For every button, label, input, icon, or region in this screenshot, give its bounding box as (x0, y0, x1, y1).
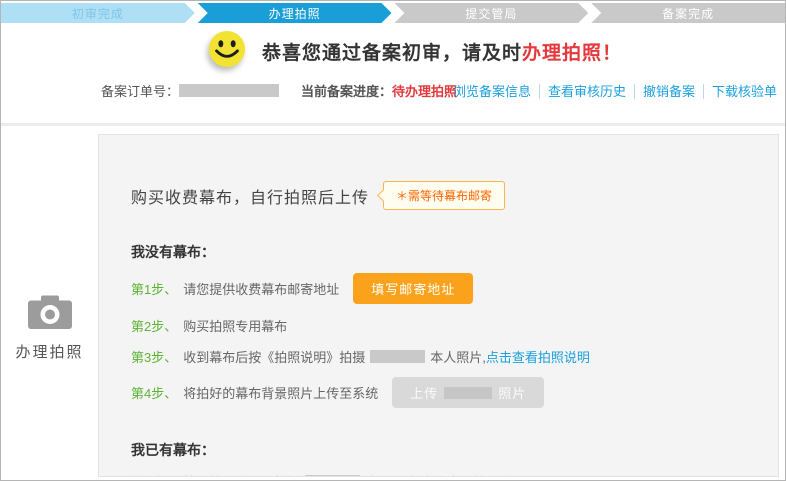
congrats-banner: 恭喜您通过备案初审，请及时办理拍照！ (208, 30, 622, 73)
progress-step-filing-complete: 备案完成 (591, 3, 785, 23)
intro-text: 购买收费幕布，自行拍照后上传 (131, 184, 369, 208)
link-cancel-filing[interactable]: 撤销备案 (634, 84, 695, 99)
step-text: 本人照片, (365, 472, 421, 478)
redacted-person-name (305, 475, 360, 478)
link-view-review-history[interactable]: 查看审核历史 (539, 84, 626, 99)
redacted-order-number (179, 84, 279, 97)
filing-page: 初审完成 办理拍照 提交管局 备案完成 恭喜您通过备案初审，请及时办理拍照！ 备… (0, 0, 786, 481)
redacted-person-name (444, 387, 492, 399)
section-have-curtain-heading: 我已有幕布： (131, 440, 778, 460)
step-number: 第1步、 (131, 472, 177, 478)
filing-status-label: 当前备案进度： (301, 84, 392, 99)
smiley-face-icon (208, 30, 246, 73)
fill-mailing-address-button[interactable]: 填写邮寄地址 (353, 273, 473, 304)
step-text: 将拍好的幕布背景照片上传至系统 (183, 383, 378, 402)
order-number-label: 备案订单号： (101, 81, 179, 100)
step-text: 按《拍照说明》拍摄 (183, 472, 300, 478)
order-number: 备案订单号： (101, 81, 279, 100)
upload-photo-button-disabled: 上传 照片 (392, 377, 544, 408)
body: 办理拍照 购买收费幕布，自行拍照后上传 ＊需等待幕布邮寄 我没有幕布： 第1步、… (1, 126, 785, 480)
upload-button-suffix: 照片 (498, 383, 526, 402)
wait-curtain-mailing-badge: ＊需等待幕布邮寄 (383, 181, 505, 210)
filing-meta-row: 备案订单号： 当前备案进度：待办理拍照 浏览备案信息查看审核历史撤销备案下载核验… (1, 81, 785, 99)
no-curtain-step-1: 第1步、 请您提供收费幕布邮寄地址 填写邮寄地址 (131, 273, 778, 304)
have-curtain-step-1: 第1步、 按《拍照说明》拍摄 本人照片, 点击查看拍照说明 (131, 471, 778, 477)
no-curtain-step-4: 第4步、 将拍好的幕布背景照片上传至系统 上传 照片 (131, 377, 778, 408)
filing-status-value: 待办理拍照 (392, 84, 457, 99)
step-number: 第4步、 (131, 383, 177, 402)
step-text: 本人照片, (430, 347, 486, 366)
intro-row: 购买收费幕布，自行拍照后上传 ＊需等待幕布邮寄 (131, 181, 778, 210)
step-text: 购买拍照专用幕布 (183, 316, 287, 335)
view-photo-instructions-link[interactable]: 点击查看拍照说明 (486, 347, 590, 366)
congrats-title-highlight: 办理拍照！ (522, 43, 622, 64)
upload-button-prefix: 上传 (410, 383, 438, 402)
sidebar-label: 办理拍照 (1, 341, 98, 362)
redacted-person-name (370, 350, 425, 363)
header: 恭喜您通过备案初审，请及时办理拍照！ 备案订单号： 当前备案进度：待办理拍照 浏… (1, 23, 785, 123)
main-panel: 购买收费幕布，自行拍照后上传 ＊需等待幕布邮寄 我没有幕布： 第1步、 请您提供… (98, 134, 779, 477)
progress-bar: 初审完成 办理拍照 提交管局 备案完成 (1, 3, 785, 23)
camera-icon (27, 294, 73, 330)
step-text: 请您提供收费幕布邮寄地址 (183, 279, 339, 298)
link-download-verification-sheet[interactable]: 下载核验单 (703, 84, 777, 99)
step-text: 收到幕布后按《拍照说明》拍摄 (183, 347, 365, 366)
sidebar: 办理拍照 (1, 126, 98, 480)
progress-step-take-photo: 办理拍照 (198, 3, 392, 23)
view-photo-instructions-link[interactable]: 点击查看拍照说明 (421, 472, 525, 478)
step-number: 第1步、 (131, 279, 177, 298)
no-curtain-step-3: 第3步、 收到幕布后按《拍照说明》拍摄 本人照片, 点击查看拍照说明 (131, 346, 778, 366)
step-number: 第3步、 (131, 347, 177, 366)
sidebar-photo-step: 办理拍照 (1, 294, 98, 362)
section-no-curtain-heading: 我没有幕布： (131, 242, 778, 262)
progress-step-submit-authority: 提交管局 (395, 3, 589, 23)
no-curtain-step-2: 第2步、 购买拍照专用幕布 (131, 315, 778, 335)
congrats-title: 恭喜您通过备案初审，请及时办理拍照！ (262, 38, 622, 65)
progress-step-initial-review-done: 初审完成 (1, 3, 195, 23)
link-browse-filing-info[interactable]: 浏览备案信息 (453, 84, 531, 99)
filing-status: 当前备案进度：待办理拍照 (301, 81, 457, 100)
header-links: 浏览备案信息查看审核历史撤销备案下载核验单 (453, 81, 777, 100)
step-number: 第2步、 (131, 316, 177, 335)
congrats-title-text: 恭喜您通过备案初审，请及时 (262, 43, 522, 64)
